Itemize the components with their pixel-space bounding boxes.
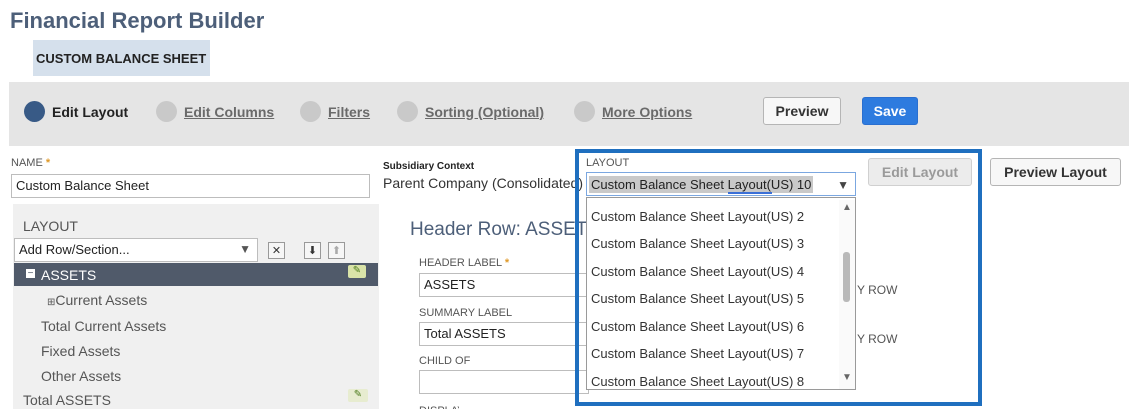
step-dot-icon (300, 101, 321, 122)
step-label: Filters (328, 103, 371, 120)
summary-label-input[interactable]: Total ASSETS (419, 322, 589, 346)
step-active-dot-icon (24, 101, 45, 122)
tree-item-current-assets[interactable]: ⊞Current Assets (47, 292, 147, 308)
delete-row-icon[interactable]: ✕ (268, 242, 285, 259)
add-row-section-value: Add Row/Section... (19, 242, 130, 257)
step-dot-icon (574, 101, 595, 122)
child-of-field-label: CHILD OF (419, 355, 471, 367)
display-field-label: DISPLAY (419, 402, 459, 409)
layout-panel-heading: LAYOUT (23, 218, 78, 234)
add-row-section-select[interactable]: Add Row/Section... ▼ (14, 238, 258, 262)
child-of-input[interactable] (419, 370, 589, 394)
step-label: More Options (602, 103, 693, 120)
step-more-options[interactable]: More Options (574, 101, 692, 122)
tree-item-fixed-assets[interactable]: Fixed Assets (41, 343, 120, 359)
step-label: Edit Layout (52, 103, 129, 120)
subsidiary-context-value: Parent Company (Consolidated) (383, 175, 583, 191)
step-dot-icon (397, 101, 418, 122)
record-name-tab: CUSTOM BALANCE SHEET (33, 40, 210, 76)
step-sorting[interactable]: Sorting (Optional) (397, 101, 544, 122)
tree-item-total-current-assets[interactable]: Total Current Assets (41, 318, 166, 334)
tree-item-total-assets[interactable]: Total ASSETS (23, 392, 111, 408)
edit-pencil-icon[interactable]: ✎ (348, 265, 366, 278)
step-edit-columns[interactable]: Edit Columns (156, 101, 274, 122)
step-filters[interactable]: Filters (300, 101, 370, 122)
move-up-icon[interactable]: ⬆ (328, 242, 345, 259)
page-title: Financial Report Builder (10, 8, 265, 33)
tree-item-assets-selected[interactable]: − ASSETS ✎ (14, 263, 378, 286)
highlight-box (575, 149, 982, 406)
preview-button[interactable]: Preview (763, 97, 841, 125)
name-field-label: NAME * (11, 157, 51, 169)
tree-item-label: Current Assets (55, 292, 148, 308)
edit-pencil-icon[interactable]: ✎ (348, 389, 368, 402)
step-label: Edit Columns (184, 103, 275, 120)
name-field[interactable]: Custom Balance Sheet (11, 174, 370, 198)
header-label-field-label: HEADER LABEL * (419, 257, 510, 269)
collapse-icon[interactable]: − (26, 268, 35, 279)
header-label-input[interactable]: ASSETS (419, 273, 589, 297)
tree-item-label: ASSETS (41, 267, 97, 283)
tree-item-other-assets[interactable]: Other Assets (41, 368, 121, 384)
subsidiary-context-label: Subsidiary Context (383, 161, 475, 172)
step-label: Sorting (Optional) (425, 103, 544, 120)
detail-heading: Header Row: ASSETS (410, 219, 586, 240)
move-down-icon[interactable]: ⬇ (304, 242, 321, 259)
chevron-down-icon: ▼ (239, 242, 251, 256)
save-button[interactable]: Save (862, 97, 918, 125)
step-edit-layout[interactable]: Edit Layout (24, 101, 128, 122)
step-dot-icon (156, 101, 177, 122)
summary-label-field-label: SUMMARY LABEL (419, 307, 513, 319)
preview-layout-button[interactable]: Preview Layout (990, 158, 1121, 186)
